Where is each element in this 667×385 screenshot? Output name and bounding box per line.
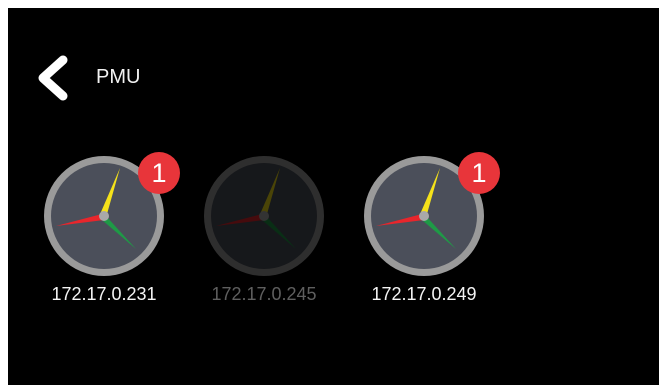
pmu-screen: PMU 1 172.17.0.231 172.17.0.245 1 172.17… [8, 8, 659, 385]
clock-gauge-icon [204, 156, 324, 276]
device-ip-label: 172.17.0.231 [51, 284, 157, 304]
notification-badge: 1 [458, 152, 500, 194]
chevron-left-icon [38, 55, 68, 101]
device-tile-3[interactable]: 1 172.17.0.249 [344, 152, 504, 312]
device-ip-label: 172.17.0.245 [211, 284, 317, 304]
device-ip-label: 172.17.0.249 [371, 284, 477, 304]
notification-badge: 1 [138, 152, 180, 194]
header-bar: PMU [8, 48, 659, 108]
device-tile-2[interactable]: 172.17.0.245 [184, 152, 344, 312]
page-title: PMU [96, 66, 141, 88]
device-tile-1[interactable]: 1 172.17.0.231 [24, 152, 184, 312]
back-button[interactable] [30, 54, 74, 102]
